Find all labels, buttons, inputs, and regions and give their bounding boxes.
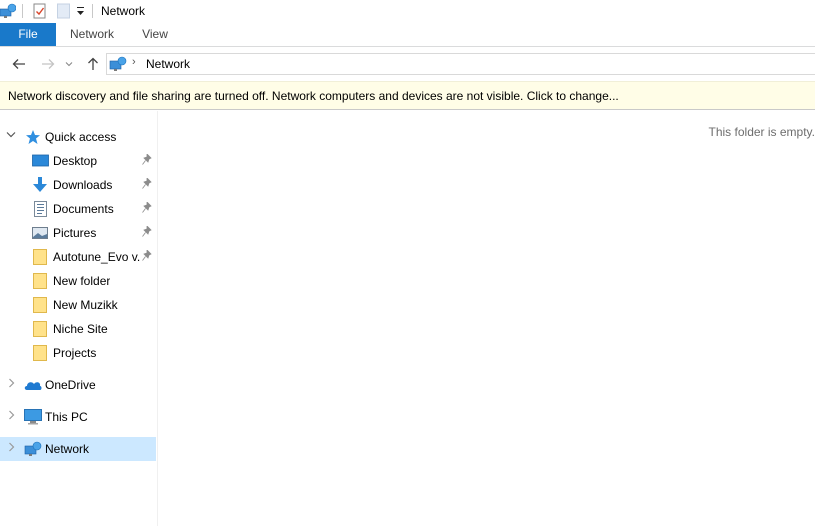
star-icon xyxy=(25,129,41,148)
properties-icon[interactable] xyxy=(33,3,47,22)
sidebar-item-autotune-evo[interactable]: Autotune_Evo v. xyxy=(0,245,156,269)
recent-locations-button[interactable] xyxy=(63,55,75,73)
sidebar-item-label: Network xyxy=(45,442,90,456)
file-list-area[interactable]: This folder is empty. xyxy=(159,111,815,526)
window-title: Network xyxy=(101,4,146,18)
network-icon xyxy=(24,441,42,460)
network-icon[interactable] xyxy=(0,3,17,22)
title-bar: Network xyxy=(0,0,815,23)
arrow-left-icon xyxy=(12,59,25,69)
pin-icon[interactable] xyxy=(142,201,152,217)
sidebar-item-desktop[interactable]: Desktop xyxy=(0,149,156,173)
folder-icon xyxy=(33,297,47,316)
customize-qat-icon[interactable] xyxy=(76,5,85,20)
sidebar-item-projects[interactable]: Projects xyxy=(0,341,156,365)
chevron-down-icon[interactable] xyxy=(6,130,16,141)
downloads-icon xyxy=(32,177,48,196)
onedrive-icon xyxy=(24,378,42,394)
tab-file[interactable]: File xyxy=(0,23,56,46)
network-discovery-infobar[interactable]: Network discovery and file sharing are t… xyxy=(0,81,815,110)
folder-icon xyxy=(33,345,47,364)
sidebar-item-new-folder[interactable]: New folder xyxy=(0,269,156,293)
breadcrumb-separator[interactable]: › xyxy=(132,56,136,68)
documents-icon xyxy=(34,201,47,220)
forward-button[interactable] xyxy=(39,55,57,73)
pin-icon[interactable] xyxy=(142,249,152,265)
sidebar-item-label: Niche Site xyxy=(53,322,108,336)
sidebar-item-label: OneDrive xyxy=(45,378,96,392)
sidebar-item-label: This PC xyxy=(45,410,88,424)
sidebar-item-label: Pictures xyxy=(53,226,97,240)
address-bar[interactable]: › Network xyxy=(106,53,815,75)
pin-icon[interactable] xyxy=(142,177,152,193)
sidebar-item-label: Autotune_Evo v. xyxy=(53,250,141,264)
sidebar-item-label: New folder xyxy=(53,274,111,288)
navigation-bar: › Network xyxy=(0,47,815,80)
pin-icon[interactable] xyxy=(142,153,152,169)
pin-icon[interactable] xyxy=(142,225,152,241)
folder-icon xyxy=(33,321,47,340)
desktop-icon xyxy=(32,153,49,172)
chevron-right-icon[interactable] xyxy=(6,410,16,423)
sidebar-item-label: Projects xyxy=(53,346,97,360)
sidebar-item-new-muzikk[interactable]: New Muzikk xyxy=(0,293,156,317)
qat-separator xyxy=(92,4,93,18)
tab-network[interactable]: Network xyxy=(60,23,124,46)
empty-folder-message: This folder is empty. xyxy=(708,125,815,139)
folder-icon xyxy=(33,249,47,268)
sidebar-item-label: Desktop xyxy=(53,154,98,168)
arrow-up-icon xyxy=(88,57,98,70)
sidebar-item-label: New Muzikk xyxy=(53,298,118,312)
sidebar-item-onedrive[interactable]: OneDrive xyxy=(0,373,156,397)
network-icon xyxy=(109,56,127,75)
new-folder-icon[interactable] xyxy=(57,3,70,22)
sidebar-item-label: Documents xyxy=(53,202,114,216)
chevron-right-icon[interactable] xyxy=(6,442,16,455)
sidebar-item-quick-access[interactable]: Quick access xyxy=(0,125,156,149)
sidebar-item-network[interactable]: Network xyxy=(0,437,156,461)
sidebar-item-downloads[interactable]: Downloads xyxy=(0,173,156,197)
chevron-down-icon xyxy=(65,62,73,67)
up-button[interactable] xyxy=(84,55,102,73)
sidebar-item-documents[interactable]: Documents xyxy=(0,197,156,221)
chevron-right-icon[interactable] xyxy=(6,378,16,391)
breadcrumb-network[interactable]: Network xyxy=(146,57,190,71)
this-pc-icon xyxy=(24,409,42,428)
back-button[interactable] xyxy=(10,55,28,73)
pictures-icon xyxy=(32,225,48,244)
tab-view[interactable]: View xyxy=(134,23,176,46)
infobar-message: Network discovery and file sharing are t… xyxy=(8,89,619,103)
arrow-right-icon xyxy=(42,59,55,69)
sidebar-item-label: Quick access xyxy=(45,130,117,144)
sidebar-item-this-pc[interactable]: This PC xyxy=(0,405,156,429)
sidebar-item-niche-site[interactable]: Niche Site xyxy=(0,317,156,341)
ribbon-tabs: File Network View xyxy=(0,23,815,47)
navigation-pane: Quick access Desktop Downloads Documents xyxy=(0,111,158,526)
qat-separator xyxy=(22,4,23,18)
folder-icon xyxy=(33,273,47,292)
sidebar-item-pictures[interactable]: Pictures xyxy=(0,221,156,245)
sidebar-item-label: Downloads xyxy=(53,178,113,192)
